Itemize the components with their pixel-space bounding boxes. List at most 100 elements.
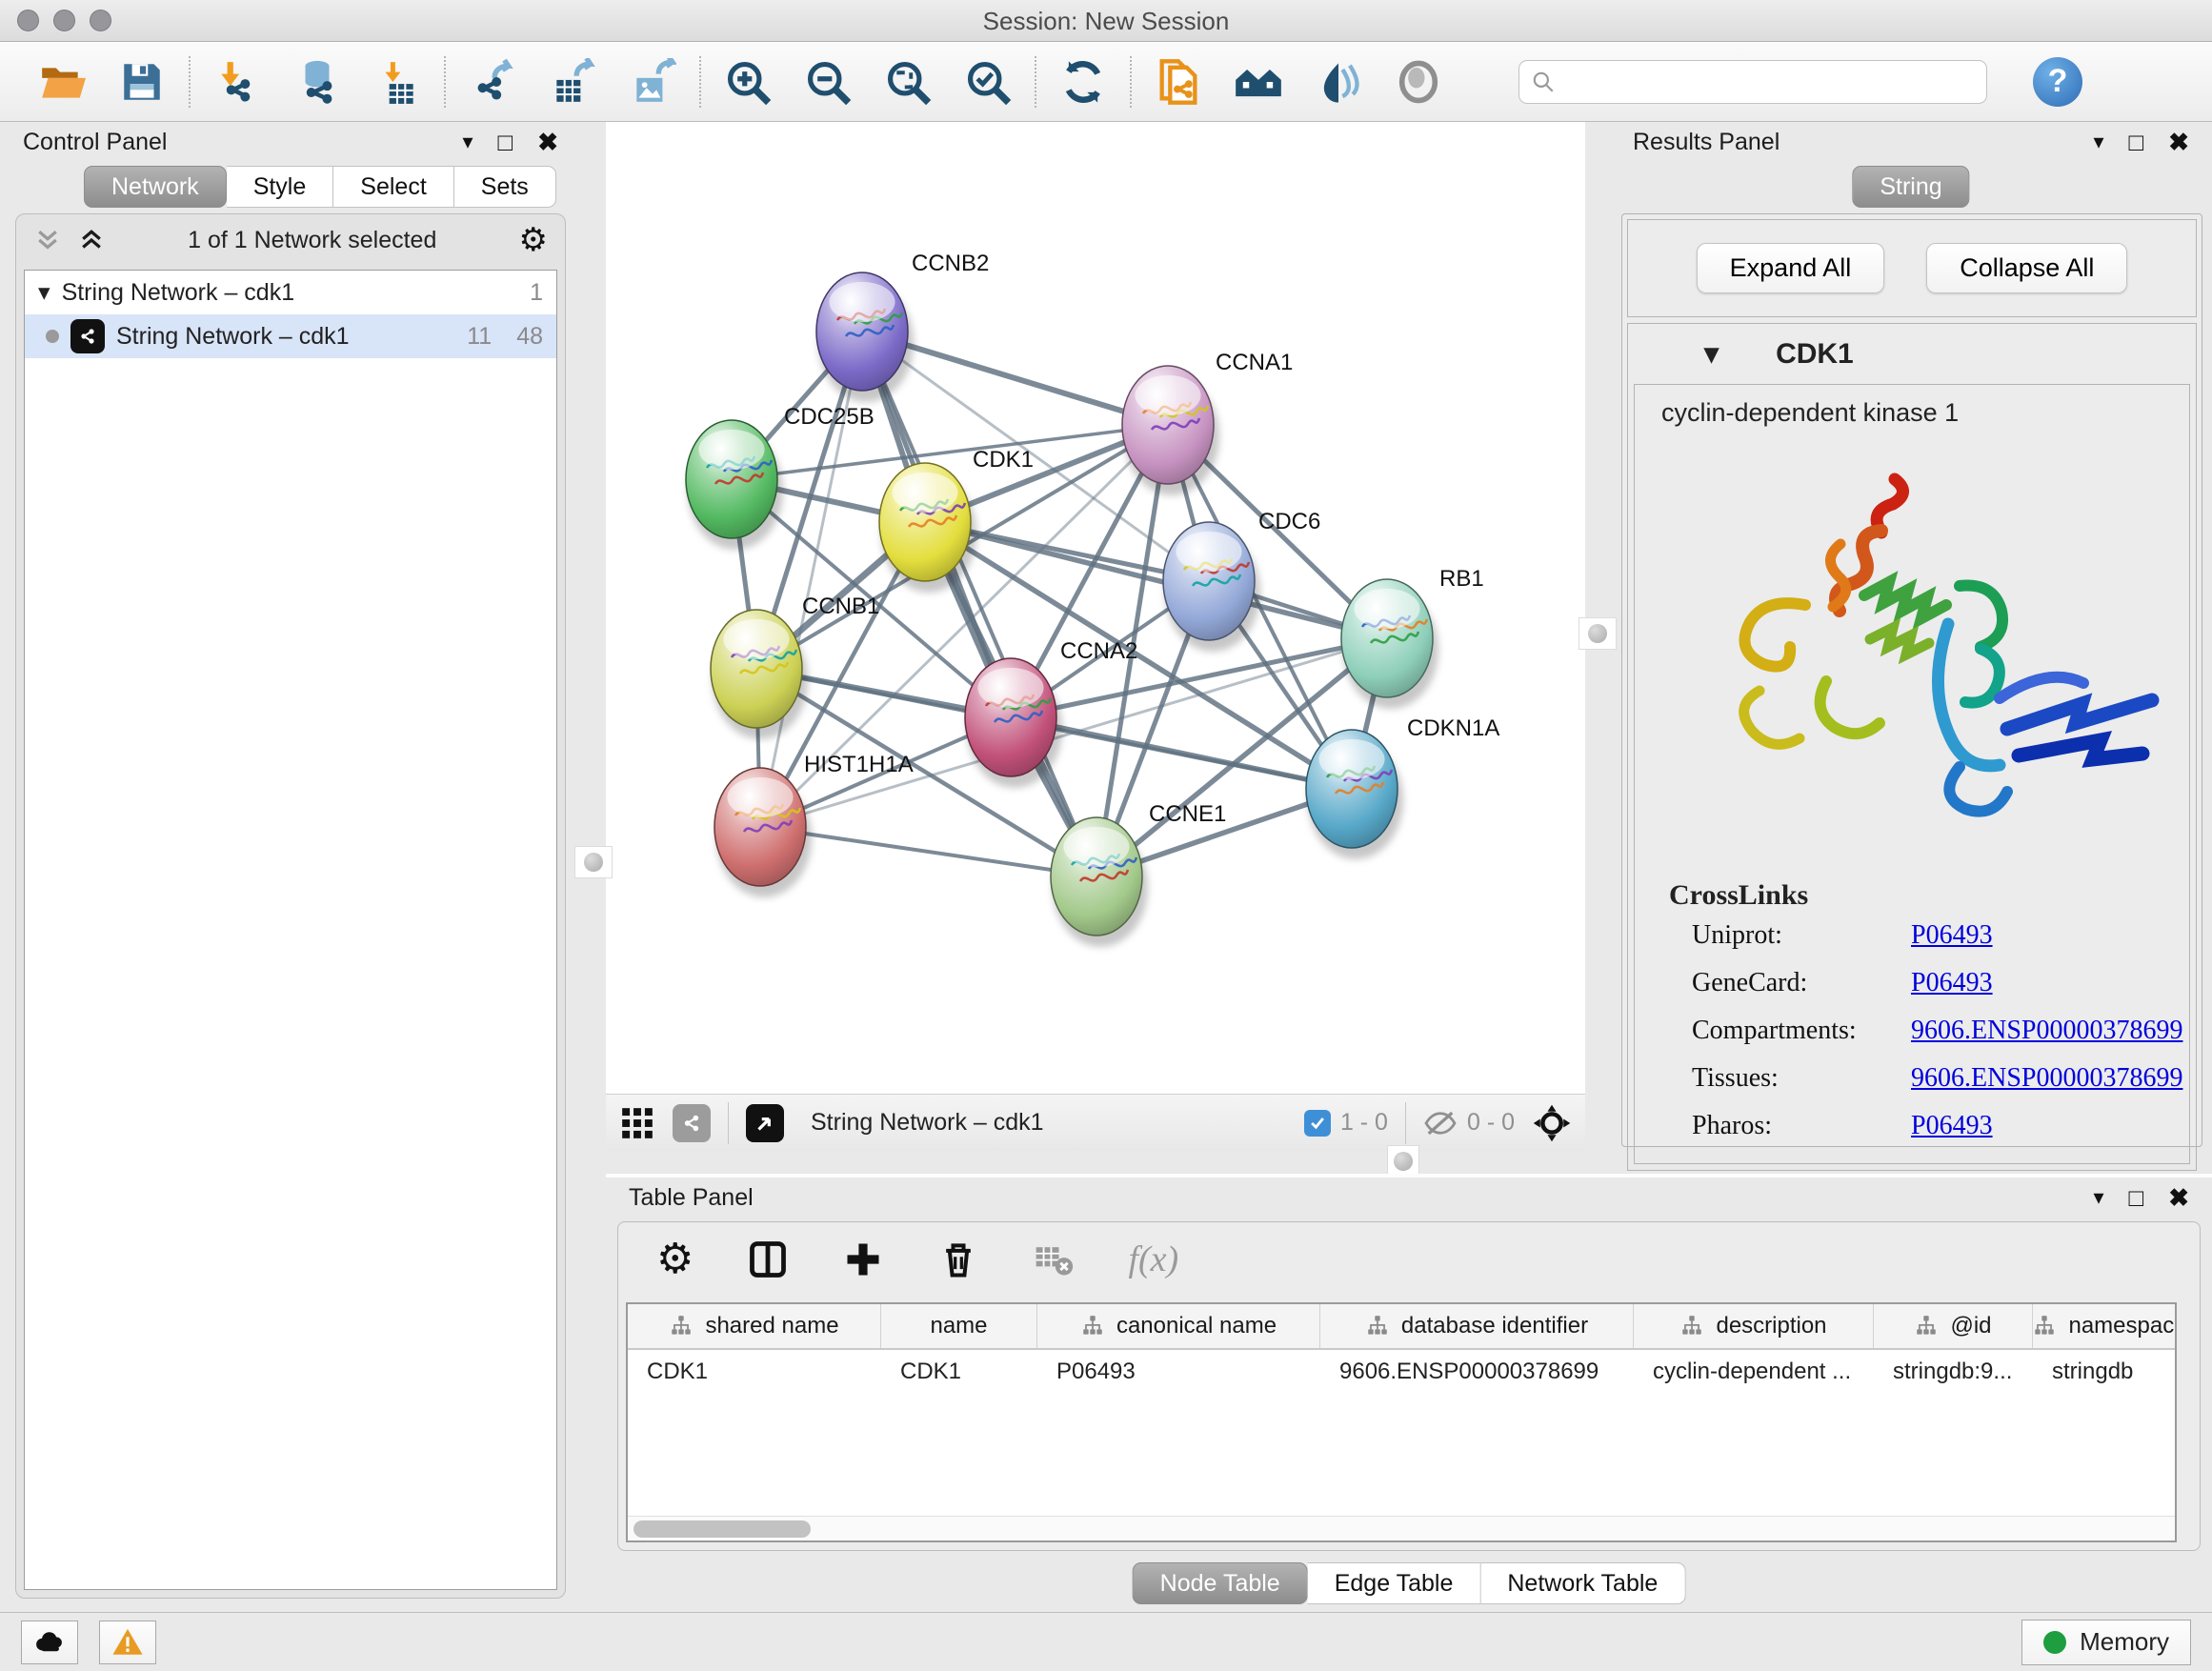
tab-string-results[interactable]: String — [1852, 166, 1969, 208]
search-input[interactable] — [1563, 69, 1975, 95]
graph-node-CCNB1[interactable]: CCNB1 — [711, 594, 879, 739]
tab-select[interactable]: Select — [333, 166, 453, 208]
import-network-file-icon[interactable] — [211, 56, 263, 108]
tab-network-table[interactable]: Network Table — [1480, 1562, 1685, 1604]
open-file-icon[interactable] — [36, 56, 88, 108]
graph-node-CCNE1[interactable]: CCNE1 — [1051, 801, 1226, 947]
graph-node-HIST1H1A[interactable]: HIST1H1A — [714, 752, 914, 897]
table-row[interactable]: CDK1CDK1P064939606.ENSP00000378699cyclin… — [628, 1350, 2175, 1394]
table-cell[interactable]: P06493 — [1037, 1350, 1320, 1394]
hidden-eye-icon[interactable] — [1423, 1109, 1458, 1137]
crosslink-link[interactable]: P06493 — [1911, 920, 1993, 951]
column-header-name[interactable]: name — [881, 1304, 1037, 1348]
string-houses-icon[interactable] — [1233, 56, 1284, 108]
grid-view-icon[interactable] — [619, 1105, 655, 1141]
collapse-all-button[interactable]: Collapse All — [1926, 243, 2127, 293]
graph-node-CDKN1A[interactable]: CDKN1A — [1306, 715, 1499, 859]
crosslink-link[interactable]: P06493 — [1911, 1111, 1993, 1141]
string-glasses-icon[interactable] — [1313, 56, 1364, 108]
import-table-icon[interactable] — [372, 56, 423, 108]
add-column-icon[interactable] — [842, 1238, 884, 1280]
graph-node-CCNB2[interactable]: CCNB2 — [816, 251, 989, 402]
import-network-database-icon[interactable] — [292, 56, 343, 108]
column-header-canonical-name[interactable]: canonical name — [1037, 1304, 1320, 1348]
gene-collapse-icon[interactable]: ▾ — [1704, 337, 1719, 371]
control-panel-menu-icon[interactable]: ▾ — [462, 130, 473, 154]
results-panel-menu-icon[interactable]: ▾ — [2093, 130, 2103, 154]
table-panel-menu-icon[interactable]: ▾ — [2093, 1185, 2103, 1210]
column-header-shared-name[interactable]: shared name — [628, 1304, 881, 1348]
crosslink-link[interactable]: 9606.ENSP00000378699 — [1911, 1016, 2182, 1046]
table-cell[interactable]: 9606.ENSP00000378699 — [1320, 1350, 1634, 1394]
string-view-icon[interactable] — [673, 1104, 711, 1142]
network-collection-row[interactable]: ▾ String Network – cdk1 1 — [25, 271, 556, 314]
warnings-button[interactable] — [99, 1621, 156, 1664]
crosslink-link[interactable]: 9606.ENSP00000378699 — [1911, 1063, 2182, 1094]
help-icon[interactable]: ? — [2033, 57, 2082, 107]
cloud-status-button[interactable] — [21, 1621, 78, 1664]
left-splitter-handle[interactable] — [574, 846, 613, 878]
control-panel-close-icon[interactable]: ✖ — [537, 128, 558, 157]
table-cell[interactable]: stringdb — [2033, 1350, 2177, 1394]
close-window-button[interactable] — [17, 10, 39, 31]
export-network-icon[interactable] — [467, 56, 518, 108]
network-options-gear-icon[interactable]: ⚙ — [519, 224, 548, 256]
birds-eye-view-icon[interactable] — [746, 1104, 784, 1142]
horizontal-splitter[interactable] — [606, 1151, 2212, 1174]
expand-all-button[interactable]: Expand All — [1697, 243, 1885, 293]
navigator-crosshair-icon[interactable] — [1532, 1103, 1572, 1143]
delete-column-icon[interactable] — [937, 1238, 979, 1280]
column-header-description[interactable]: description — [1634, 1304, 1874, 1348]
tab-edge-table[interactable]: Edge Table — [1308, 1562, 1481, 1604]
column-header-database-identifier[interactable]: database identifier — [1320, 1304, 1634, 1348]
graph-node-CDC6[interactable]: CDC6 — [1163, 509, 1320, 652]
expand-all-icon[interactable] — [77, 226, 106, 254]
network-row[interactable]: String Network – cdk1 11 48 — [25, 314, 556, 358]
table-cell[interactable]: cyclin-dependent ... — [1634, 1350, 1874, 1394]
refresh-layout-icon[interactable] — [1057, 56, 1109, 108]
tab-style[interactable]: Style — [227, 166, 334, 208]
column-header-namespace[interactable]: namespace — [2033, 1304, 2177, 1348]
network-canvas[interactable]: CCNB2CCNA1CDC25BCDK1CDC6RB1CCNB1CCNA2HIS… — [606, 122, 1585, 1094]
zoom-window-button[interactable] — [90, 10, 111, 31]
graph-edge-CDK1-RB1[interactable] — [925, 522, 1387, 638]
show-columns-icon[interactable] — [747, 1238, 789, 1280]
delete-table-icon[interactable] — [1033, 1238, 1075, 1280]
table-cell[interactable]: stringdb:9... — [1874, 1350, 2033, 1394]
scrollbar-thumb[interactable] — [633, 1520, 811, 1538]
zoom-fit-icon[interactable] — [882, 56, 934, 108]
tab-node-table[interactable]: Node Table — [1133, 1562, 1308, 1604]
tab-sets[interactable]: Sets — [454, 166, 556, 208]
results-panel-float-icon[interactable]: □ — [2128, 128, 2143, 157]
left-splitter[interactable] — [581, 122, 606, 1612]
graph-edge-CCNB2-CCNE1[interactable] — [862, 332, 1096, 876]
column-header--id[interactable]: @id — [1874, 1304, 2033, 1348]
table-options-gear-icon[interactable]: ⚙ — [656, 1238, 694, 1280]
minimize-window-button[interactable] — [53, 10, 75, 31]
collapse-all-icon[interactable] — [33, 226, 62, 254]
graph-node-RB1[interactable]: RB1 — [1341, 566, 1484, 709]
zoom-selected-icon[interactable] — [962, 56, 1014, 108]
control-panel-float-icon[interactable]: □ — [497, 128, 513, 157]
export-image-icon[interactable] — [627, 56, 678, 108]
collection-expand-icon[interactable]: ▾ — [38, 278, 50, 307]
results-panel-close-icon[interactable]: ✖ — [2168, 128, 2189, 157]
function-builder-icon[interactable]: f(x) — [1128, 1238, 1178, 1280]
right-splitter[interactable] — [1585, 122, 1610, 1151]
export-table-icon[interactable] — [547, 56, 598, 108]
zoom-out-icon[interactable] — [802, 56, 854, 108]
memory-button[interactable]: Memory — [2021, 1620, 2191, 1665]
tab-network[interactable]: Network — [84, 166, 227, 208]
crosslink-link[interactable]: P06493 — [1911, 968, 1993, 998]
save-session-icon[interactable] — [116, 56, 168, 108]
table-cell[interactable]: CDK1 — [628, 1350, 881, 1394]
string-document-icon[interactable] — [1153, 56, 1204, 108]
table-horizontal-scrollbar[interactable] — [628, 1516, 2175, 1540]
table-panel-close-icon[interactable]: ✖ — [2168, 1183, 2189, 1213]
table-panel-float-icon[interactable]: □ — [2128, 1183, 2143, 1213]
zoom-in-icon[interactable] — [722, 56, 774, 108]
string-eye-icon[interactable] — [1393, 56, 1444, 108]
selected-checkbox-icon[interactable] — [1304, 1110, 1331, 1137]
table-cell[interactable]: CDK1 — [881, 1350, 1037, 1394]
graph-node-CCNA1[interactable]: CCNA1 — [1122, 350, 1293, 495]
